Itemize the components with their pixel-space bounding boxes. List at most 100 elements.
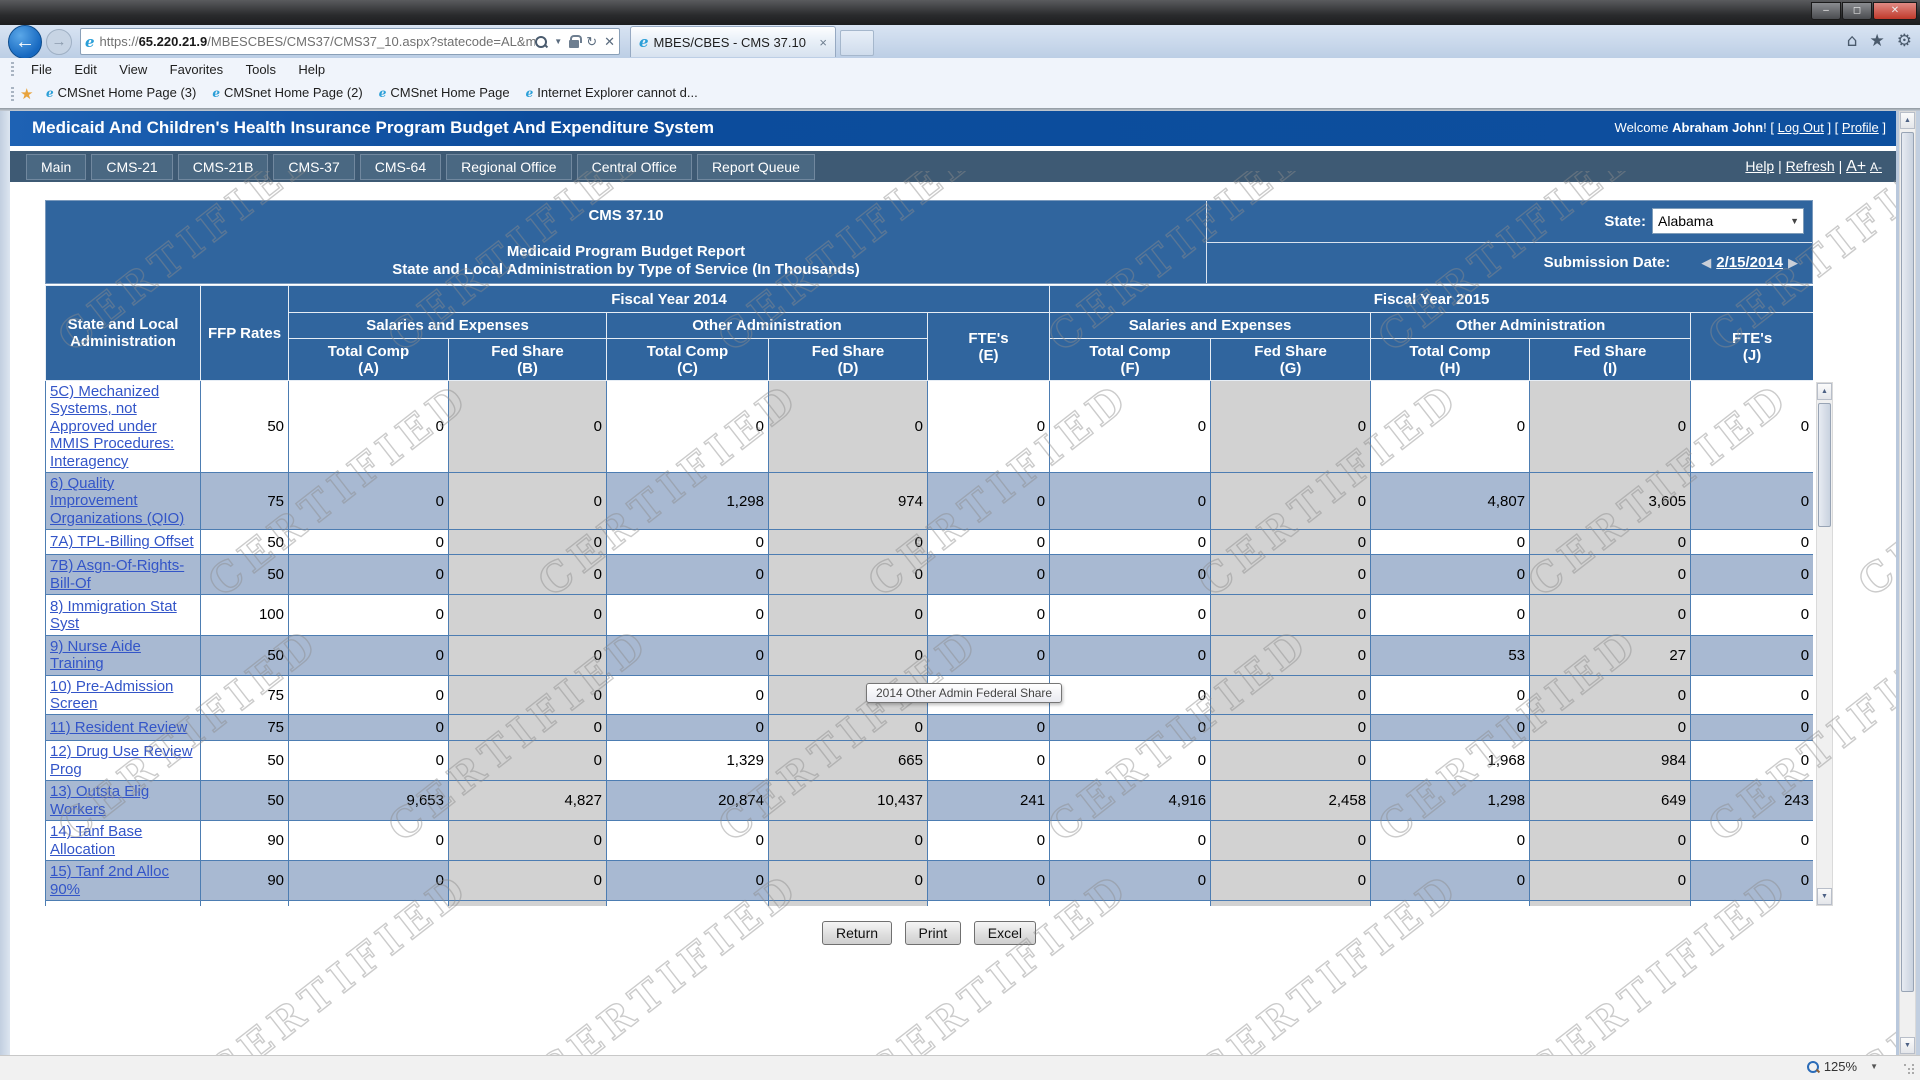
row-link[interactable]: 7A) TPL-Billing Offset xyxy=(50,533,194,550)
row-link[interactable]: 14) Tanf Base Allocation xyxy=(50,823,142,857)
menu-favorites[interactable]: Favorites xyxy=(161,58,232,81)
font-increase-link[interactable]: A+ xyxy=(1846,158,1866,175)
table-scrollbar[interactable]: ▲ ▼ xyxy=(1816,382,1833,906)
value-cell[interactable]: 4,807 xyxy=(1371,472,1530,529)
menu-edit[interactable]: Edit xyxy=(65,58,105,81)
value-cell[interactable]: 0 xyxy=(607,594,769,635)
scroll-down-icon[interactable]: ▼ xyxy=(1900,1037,1915,1054)
value-cell[interactable]: 0 xyxy=(928,472,1050,529)
value-cell[interactable]: 0 xyxy=(1371,530,1530,555)
value-cell[interactable]: 0 xyxy=(289,530,449,555)
value-cell[interactable]: 0 xyxy=(1050,530,1211,555)
menu-tools[interactable]: Tools xyxy=(237,58,285,81)
value-cell[interactable]: 0 xyxy=(1691,594,1813,635)
nav-tab-cms64[interactable]: CMS-64 xyxy=(360,154,441,180)
value-cell[interactable]: 0 xyxy=(289,555,449,595)
value-cell[interactable]: 0 xyxy=(607,901,769,906)
value-cell[interactable]: 0 xyxy=(1050,715,1211,741)
value-cell[interactable]: 0 xyxy=(607,635,769,675)
menu-file[interactable]: File xyxy=(22,58,61,81)
return-button[interactable]: Return xyxy=(822,921,892,945)
value-cell[interactable]: 0 xyxy=(928,594,1050,635)
favorite-link[interactable]: eInternet Explorer cannot d... xyxy=(526,85,698,100)
stop-icon[interactable]: ✕ xyxy=(604,34,615,50)
browser-tab[interactable]: e MBES/CBES - CMS 37.10 × xyxy=(630,26,836,57)
value-cell[interactable]: 0 xyxy=(1050,821,1211,861)
value-cell[interactable]: 0 xyxy=(1371,594,1530,635)
value-cell[interactable]: 53 xyxy=(1371,635,1530,675)
close-button[interactable]: ✕ xyxy=(1873,2,1917,20)
value-cell[interactable]: 0 xyxy=(289,741,449,781)
scroll-down-icon[interactable]: ▼ xyxy=(1817,888,1832,905)
value-cell[interactable]: 0 xyxy=(1371,381,1530,473)
value-cell[interactable]: 0 xyxy=(1691,861,1813,901)
value-cell[interactable]: 1,298 xyxy=(1371,781,1530,821)
value-cell[interactable]: 0 xyxy=(1371,675,1530,715)
row-link[interactable]: 5C) Mechanized Systems, not Approved und… xyxy=(50,383,174,470)
value-cell[interactable]: 0 xyxy=(1371,821,1530,861)
value-cell[interactable]: 0 xyxy=(289,381,449,473)
zoom-caret-icon[interactable]: ▼ xyxy=(1870,1062,1878,1071)
value-cell[interactable]: 241 xyxy=(928,781,1050,821)
search-dropdown-icon[interactable]: ▼ xyxy=(554,37,562,46)
row-link[interactable]: 11) Resident Review xyxy=(50,719,187,736)
value-cell[interactable]: 0 xyxy=(289,594,449,635)
value-cell[interactable]: 0 xyxy=(1371,555,1530,595)
value-cell[interactable]: 0 xyxy=(928,530,1050,555)
nav-tab-report-queue[interactable]: Report Queue xyxy=(697,154,815,180)
value-cell[interactable]: 0 xyxy=(1691,715,1813,741)
value-cell[interactable]: 0 xyxy=(1691,901,1813,906)
value-cell[interactable]: 0 xyxy=(289,821,449,861)
scrollbar-thumb[interactable] xyxy=(1818,403,1831,527)
row-link[interactable]: 6) Quality Improvement Organizations (QI… xyxy=(50,475,184,527)
value-cell[interactable]: 0 xyxy=(607,715,769,741)
row-link[interactable]: 8) Immigration Stat Syst xyxy=(50,598,177,632)
help-link[interactable]: Help xyxy=(1745,158,1774,174)
tab-close-icon[interactable]: × xyxy=(819,35,827,50)
home-icon[interactable]: ⌂ xyxy=(1847,31,1858,51)
value-cell[interactable]: 0 xyxy=(928,821,1050,861)
value-cell[interactable]: 0 xyxy=(928,741,1050,781)
row-link[interactable]: 9) Nurse Aide Training xyxy=(50,638,141,672)
value-cell[interactable]: 0 xyxy=(1050,861,1211,901)
value-cell[interactable]: 0 xyxy=(289,675,449,715)
value-cell[interactable]: 0 xyxy=(607,861,769,901)
row-link[interactable]: 12) Drug Use Review Prog xyxy=(50,743,193,777)
row-link[interactable]: 13) Outsta Elig Workers xyxy=(50,783,149,817)
prev-month-icon[interactable]: ◀ xyxy=(1701,255,1711,271)
favorite-link[interactable]: eCMSnet Home Page (2) xyxy=(212,85,362,100)
favorites-star-icon[interactable]: ★ xyxy=(1870,31,1885,51)
value-cell[interactable]: 0 xyxy=(1691,555,1813,595)
value-cell[interactable]: 0 xyxy=(1691,635,1813,675)
refresh-link[interactable]: Refresh xyxy=(1786,158,1835,174)
value-cell[interactable]: 1,298 xyxy=(607,472,769,529)
value-cell[interactable]: 1,968 xyxy=(1371,741,1530,781)
value-cell[interactable]: 0 xyxy=(289,901,449,906)
print-button[interactable]: Print xyxy=(905,921,962,945)
search-icon[interactable] xyxy=(535,36,547,48)
scrollbar-thumb[interactable] xyxy=(1901,132,1914,992)
value-cell[interactable]: 0 xyxy=(607,675,769,715)
nav-tab-cms21[interactable]: CMS-21 xyxy=(91,154,172,180)
excel-button[interactable]: Excel xyxy=(974,921,1036,945)
value-cell[interactable]: 0 xyxy=(1371,715,1530,741)
value-cell[interactable]: 0 xyxy=(289,861,449,901)
address-bar[interactable]: e https://65.220.21.9/MBESCBES/CMS37/CMS… xyxy=(80,28,620,55)
logout-link[interactable]: Log Out xyxy=(1778,120,1824,135)
value-cell[interactable]: 0 xyxy=(1050,741,1211,781)
row-link[interactable]: 10) Pre-Admission Screen xyxy=(50,678,173,712)
maximize-button[interactable]: ◻ xyxy=(1842,2,1872,20)
value-cell[interactable]: 0 xyxy=(289,472,449,529)
value-cell[interactable]: 0 xyxy=(607,555,769,595)
minimize-button[interactable]: – xyxy=(1811,2,1841,20)
value-cell[interactable]: 0 xyxy=(289,715,449,741)
value-cell[interactable]: 20,874 xyxy=(607,781,769,821)
value-cell[interactable]: 0 xyxy=(1691,741,1813,781)
font-decrease-link[interactable]: A- xyxy=(1870,160,1882,174)
nav-tab-main[interactable]: Main xyxy=(26,154,86,180)
refresh-icon[interactable]: ↻ xyxy=(586,34,597,50)
value-cell[interactable]: 0 xyxy=(607,821,769,861)
zoom-control[interactable]: 125% ▼ xyxy=(1807,1059,1878,1074)
settings-gear-icon[interactable]: ⚙ xyxy=(1897,31,1912,51)
value-cell[interactable]: 243 xyxy=(1691,781,1813,821)
